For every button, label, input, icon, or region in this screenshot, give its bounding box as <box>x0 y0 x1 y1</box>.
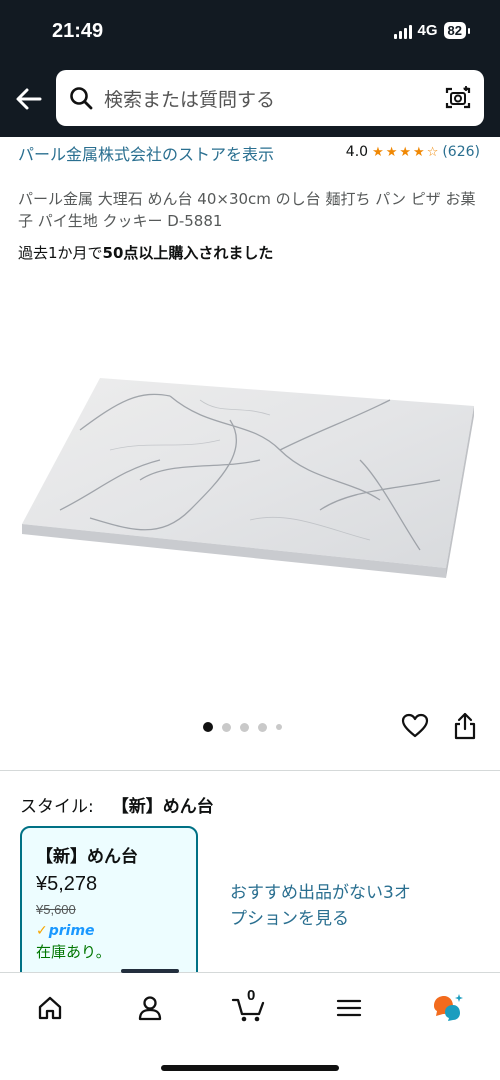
prime-check-icon: ✓ <box>36 923 48 939</box>
app-header: 21:49 4G 82 検索または質問する <box>0 0 500 137</box>
search-bar[interactable]: 検索または質問する <box>56 70 484 126</box>
carousel-dot[interactable] <box>258 722 267 732</box>
nav-account[interactable] <box>133 991 167 1025</box>
back-arrow-icon[interactable] <box>14 84 44 114</box>
heart-icon[interactable] <box>401 712 429 740</box>
carousel-dot[interactable] <box>203 722 213 732</box>
divider <box>0 770 500 771</box>
nav-cart[interactable]: 0 <box>230 987 270 1025</box>
stock-status: 在庫あり。 <box>36 943 111 961</box>
cart-count: 0 <box>247 987 256 1004</box>
account-icon <box>138 996 162 1021</box>
home-icon <box>38 996 62 1020</box>
rating-value: 4.0 <box>345 144 369 160</box>
rufus-icon <box>434 994 463 1021</box>
camera-search-icon[interactable] <box>444 84 472 112</box>
rating-summary[interactable]: 4.0 ★ ★ ★ ★ ☆ (626) <box>346 144 480 160</box>
more-options-link[interactable]: おすすめ出品がない3オプションを見る <box>230 880 415 932</box>
product-title: パール金属 大理石 めん台 40×30cm のし台 麺打ち パン ピザ お菓子 … <box>18 190 476 230</box>
carousel-dot[interactable] <box>276 724 282 730</box>
share-icon[interactable] <box>452 712 478 740</box>
selected-style: 【新】めん台 <box>111 797 214 817</box>
network-type: 4G <box>417 22 438 39</box>
product-image[interactable] <box>20 360 480 590</box>
option-price: ¥5,278 <box>36 873 98 895</box>
carousel-dots[interactable] <box>203 722 282 732</box>
carousel-dot[interactable] <box>222 722 231 732</box>
nav-home[interactable] <box>33 991 67 1025</box>
star-icon: ★ <box>413 144 425 160</box>
nav-rufus[interactable] <box>431 991 465 1025</box>
signal-icon <box>393 23 412 39</box>
store-link[interactable]: パール金属株式会社のストアを表示 <box>18 144 308 166</box>
nav-active-indicator <box>121 969 179 973</box>
half-star-icon: ☆ <box>426 144 439 160</box>
star-icon: ★ <box>399 144 412 160</box>
option-list-price: ¥5,600 <box>36 902 76 917</box>
style-selector-label: スタイル: 【新】めん台 <box>20 797 214 817</box>
battery-level: 82 <box>443 22 471 39</box>
search-input[interactable]: 検索または質問する <box>104 85 444 112</box>
search-icon <box>70 87 93 110</box>
star-icon: ★ <box>372 144 384 160</box>
star-icon: ★ <box>385 144 398 160</box>
nav-menu[interactable] <box>332 991 366 1025</box>
status-icons: 4G 82 <box>393 22 471 39</box>
rating-count: (626) <box>442 144 480 160</box>
bottom-nav: 0 <box>0 969 500 1080</box>
option-name: 【新】めん台 <box>36 847 138 867</box>
home-indicator <box>161 1065 339 1071</box>
prime-badge: ✓ prime <box>36 923 95 939</box>
status-time: 21:49 <box>52 20 104 42</box>
carousel-dot[interactable] <box>240 722 249 732</box>
purchase-count: 過去1か月で50点以上購入されました <box>18 244 274 262</box>
menu-icon <box>336 999 362 1017</box>
